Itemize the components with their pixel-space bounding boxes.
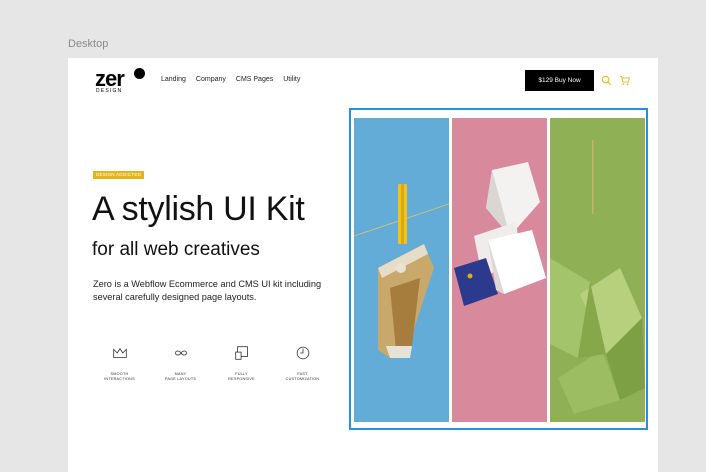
- feature-smooth-interactions: SMOOTH INTERACTIONS: [89, 344, 150, 382]
- logo[interactable]: zer DESIGN: [95, 66, 155, 96]
- frame-label: Desktop: [68, 38, 109, 50]
- logo-dot: [134, 68, 145, 79]
- feature-label: MANY PAGE LAYOUTS: [164, 372, 197, 381]
- buy-now-button[interactable]: $129 Buy Now: [525, 70, 594, 91]
- feature-many-page-layouts: MANY PAGE LAYOUTS: [150, 344, 211, 382]
- feature-fast-customization: FAST CUSTOMIZATION: [272, 344, 333, 382]
- feature-label: FAST CUSTOMIZATION: [285, 372, 320, 381]
- search-icon[interactable]: [601, 75, 612, 86]
- nav-item-cms-pages[interactable]: CMS Pages: [236, 76, 273, 83]
- photo-tin-can: [354, 118, 449, 422]
- hero-description: Zero is a Webflow Ecommerce and CMS UI k…: [93, 279, 322, 302]
- nav-item-landing[interactable]: Landing: [161, 76, 186, 83]
- logo-subtitle: DESIGN: [96, 88, 123, 94]
- photo-green-sculpture: [550, 118, 645, 422]
- feature-list: SMOOTH INTERACTIONS MANY PAGE LAYOUTS FULL…: [89, 344, 333, 382]
- hero-image-panel[interactable]: [349, 108, 648, 430]
- page-canvas: zer DESIGN Landing Company CMS Pages Uti…: [68, 58, 658, 472]
- clock-icon: [296, 346, 309, 360]
- feature-label: SMOOTH INTERACTIONS: [104, 372, 135, 381]
- nav-item-utility[interactable]: Utility: [283, 76, 300, 83]
- nav-item-company[interactable]: Company: [196, 76, 226, 83]
- responsive-icon: [234, 346, 248, 360]
- photo-papers: [452, 118, 547, 422]
- hero-title: A stylish UI Kit: [92, 190, 305, 228]
- feature-fully-responsive: FULLY RESPONSIVE: [211, 344, 272, 382]
- feature-label: FULLY RESPONSIVE: [228, 372, 255, 381]
- main-nav: Landing Company CMS Pages Utility: [161, 76, 300, 83]
- crown-icon: [112, 347, 127, 358]
- tag-badge: DESIGN ADDICTED: [93, 171, 145, 179]
- cart-icon[interactable]: [619, 75, 630, 86]
- infinity-icon: [174, 350, 187, 356]
- hero-subtitle: for all web creatives: [92, 239, 260, 260]
